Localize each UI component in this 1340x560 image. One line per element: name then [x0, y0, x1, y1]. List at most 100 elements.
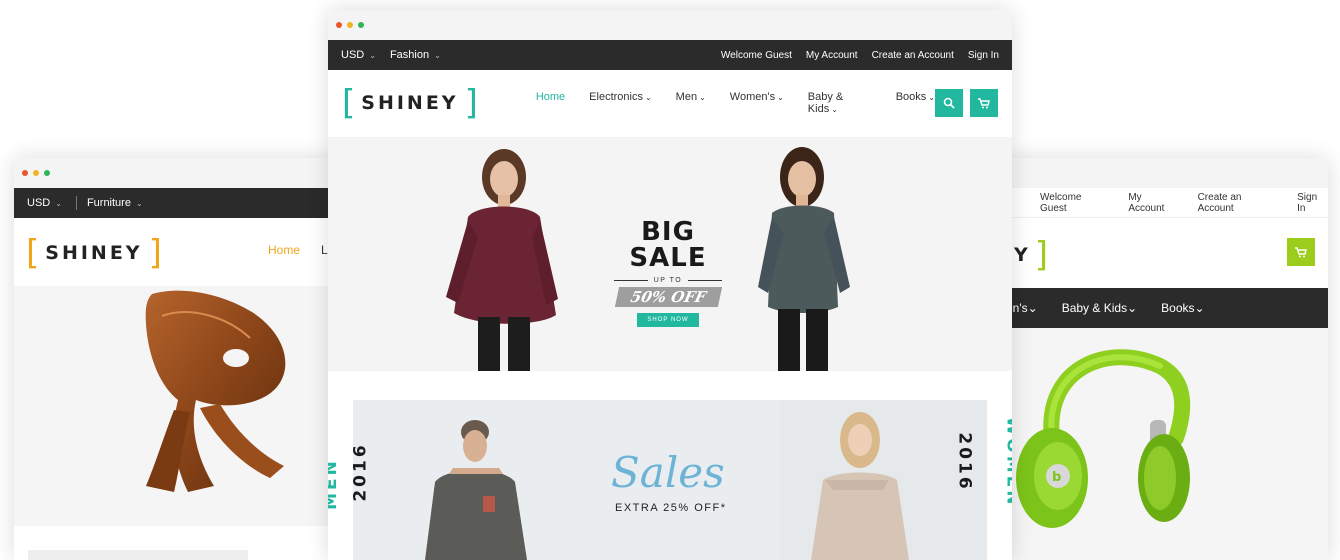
nav-home[interactable]: Home: [268, 243, 300, 257]
svg-text:b: b: [1052, 470, 1061, 485]
category-label: Fashion: [389, 49, 430, 61]
category-select[interactable]: Fashion ⌄: [390, 49, 441, 61]
nav-home[interactable]: Home: [536, 91, 565, 115]
welcome-guest-link[interactable]: Welcome Guest: [721, 50, 792, 61]
extra-discount-text: EXTRA 25% OFF*: [615, 502, 727, 514]
chevron-down-icon: ⌄: [55, 198, 62, 208]
nav-baby-kids[interactable]: Baby & Kids⌄: [808, 91, 872, 115]
nav-label: Men: [675, 91, 698, 103]
category-select[interactable]: Furniture ⌄: [87, 197, 143, 209]
maximize-dot-icon[interactable]: [358, 22, 364, 28]
minimize-dot-icon[interactable]: [347, 22, 353, 28]
site-header: [ SHINEY ] Home Electronics ⌄ Men ⌄ Women'…: [328, 70, 1012, 136]
chevron-down-icon: ⌄: [777, 93, 784, 102]
cart-icon: [978, 97, 990, 108]
create-account-link[interactable]: Create an Account: [1198, 192, 1280, 214]
bracket-right-icon: ]: [148, 233, 162, 273]
bracket-right-icon: ]: [1034, 235, 1049, 275]
nav-label: Home: [535, 91, 566, 103]
sale-callout: BIG SALE UP TO 50% OFF SHOP NOW: [603, 219, 733, 327]
search-button[interactable]: [935, 89, 963, 117]
men-year: 2016: [350, 442, 371, 502]
cart-button[interactable]: [1287, 238, 1315, 266]
chevron-down-icon: ⌄: [1027, 301, 1038, 315]
shop-now-button[interactable]: SHOP NOW: [637, 313, 699, 327]
seasonal-banner[interactable]: 2016 MEN Sales EXTRA 25% OFF* 2016 WOMEN: [328, 400, 1012, 560]
nav-womens[interactable]: Women's ⌄: [730, 91, 784, 115]
discount-badge: 50% OFF: [614, 287, 722, 307]
nav-label: Women's: [729, 91, 776, 103]
chevron-down-icon: ⌄: [644, 93, 652, 102]
nav-label: Electronics: [589, 91, 643, 103]
wooden-chair-image: [145, 290, 286, 492]
search-icon: [943, 97, 955, 109]
category-label: Furniture: [86, 197, 131, 209]
hero-slider[interactable]: BIG SALE UP TO 50% OFF SHOP NOW: [328, 137, 1012, 371]
currency-select[interactable]: USD ⌄: [341, 49, 376, 61]
window-chrome: [1000, 158, 1328, 188]
nav-label: Baby & Kids: [1061, 301, 1128, 315]
cart-button[interactable]: [970, 89, 998, 117]
chevron-down-icon: ⌄: [135, 198, 143, 208]
logo-text: SHINEY: [361, 92, 459, 114]
divider: [75, 196, 77, 210]
women-label: WOMEN: [1002, 416, 1012, 508]
currency-label: USD: [27, 197, 51, 209]
women-year: 2016: [954, 432, 975, 492]
main-nav: Home Electronics ⌄ Men ⌄ Women's ⌄ Baby & K…: [536, 91, 935, 115]
sign-in-link[interactable]: Sign In: [968, 50, 999, 61]
window-chrome: [14, 158, 354, 188]
top-links: Welcome Guest My Account Create an Accou…: [1000, 188, 1328, 218]
chevron-down-icon: ⌄: [831, 105, 838, 114]
hero-banner[interactable]: b: [1000, 328, 1328, 560]
electronics-theme-window: Welcome Guest My Account Create an Accou…: [1000, 158, 1328, 560]
welcome-guest-link[interactable]: Welcome Guest: [1040, 192, 1110, 214]
nav-label: Baby & Kids: [807, 91, 844, 115]
nav-label: Books: [1161, 301, 1195, 315]
cart-icon: [1295, 246, 1307, 257]
logo-text: SHINEY: [45, 242, 143, 264]
logo[interactable]: [ SHINEY ]: [342, 86, 478, 120]
hero-banner[interactable]: [14, 286, 354, 526]
window-chrome: [328, 10, 1012, 40]
logo[interactable]: [ SHINEY ]: [14, 218, 354, 288]
close-dot-icon[interactable]: [22, 170, 28, 176]
currency-select[interactable]: USD ⌄: [27, 197, 62, 209]
bracket-left-icon: [: [342, 83, 356, 123]
maximize-dot-icon[interactable]: [44, 170, 50, 176]
nav-label: Books: [895, 91, 927, 103]
account-links: Welcome Guest My Account Create an Accou…: [721, 50, 999, 61]
nav-baby-kids[interactable]: Baby & Kids⌄: [1062, 301, 1137, 315]
big-sale-heading: BIG SALE: [629, 217, 707, 273]
main-nav: ...en's⌄ Baby & Kids⌄ Books⌄: [1000, 288, 1328, 328]
top-bar: USD ⌄ Fashion ⌄ Welcome Guest My Account…: [328, 40, 1012, 70]
currency-label: USD: [341, 49, 365, 61]
nav-men[interactable]: Men ⌄: [676, 91, 706, 115]
furniture-theme-window: USD ⌄ Furniture ⌄ [ SHINEY ] Home L: [14, 158, 354, 560]
up-to-label: UP TO: [603, 277, 733, 284]
top-bar: USD ⌄ Furniture ⌄: [14, 188, 354, 218]
chevron-down-icon: ⌄: [369, 50, 376, 60]
chevron-down-icon: ⌄: [434, 50, 441, 60]
bracket-left-icon: [: [26, 233, 40, 273]
logo-text: Y: [1014, 244, 1031, 266]
chevron-down-icon: ⌄: [928, 93, 935, 102]
men-label: MEN: [328, 458, 341, 510]
fashion-theme-window: USD ⌄ Fashion ⌄ Welcome Guest My Account…: [328, 10, 1012, 560]
nav-electronics[interactable]: Electronics ⌄: [589, 91, 652, 115]
close-dot-icon[interactable]: [336, 22, 342, 28]
nav-item-partial[interactable]: L: [321, 243, 328, 257]
bracket-right-icon: ]: [464, 83, 478, 123]
nav-books[interactable]: Books⌄: [1161, 301, 1204, 315]
logo[interactable]: Y ]: [1014, 238, 1048, 272]
nav-books[interactable]: Books⌄: [896, 91, 935, 115]
headphones-image: b: [1016, 349, 1191, 528]
sign-in-link[interactable]: Sign In: [1297, 192, 1328, 214]
content-block: [28, 550, 248, 560]
chevron-down-icon: ⌄: [1127, 301, 1138, 315]
create-account-link[interactable]: Create an Account: [872, 50, 954, 61]
my-account-link[interactable]: My Account: [806, 50, 858, 61]
my-account-link[interactable]: My Account: [1128, 192, 1179, 214]
chevron-down-icon: ⌄: [1194, 301, 1205, 315]
minimize-dot-icon[interactable]: [33, 170, 39, 176]
